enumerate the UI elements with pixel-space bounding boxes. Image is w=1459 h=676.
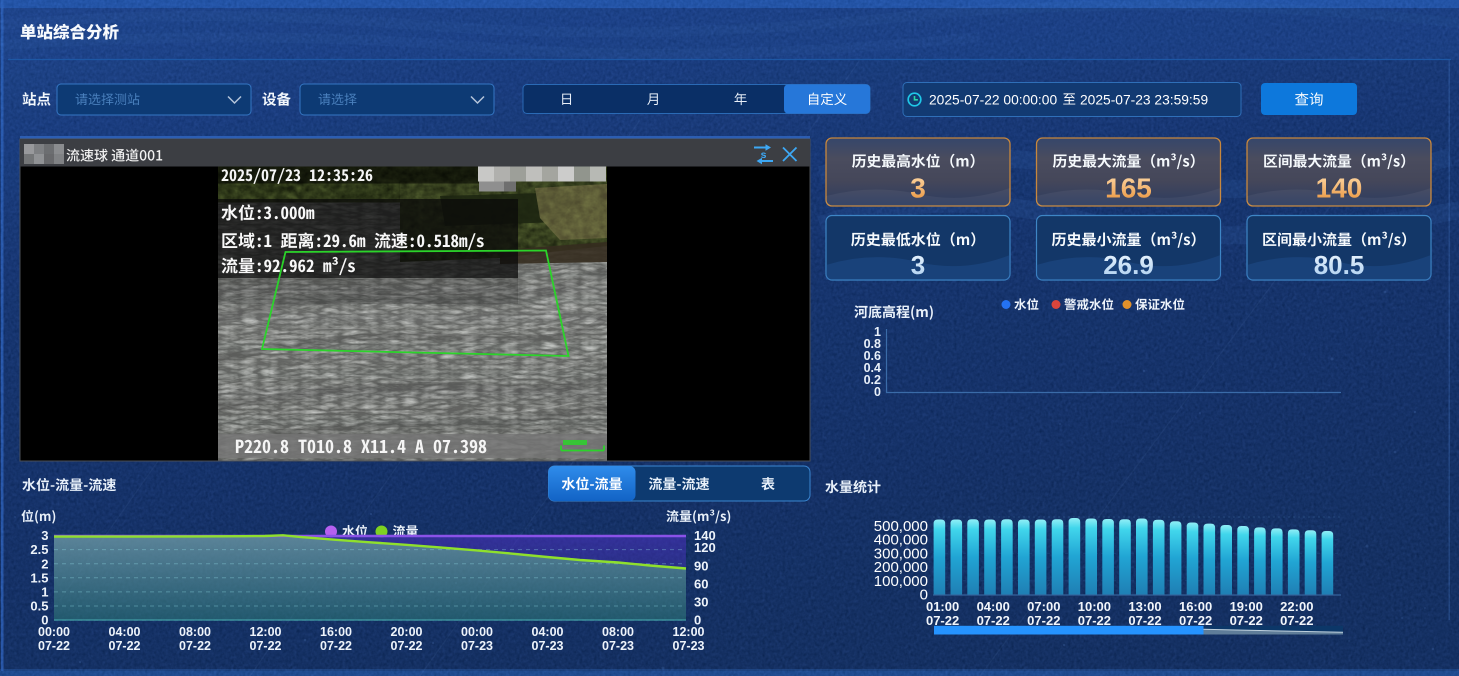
svg-text:0.5: 0.5 bbox=[30, 599, 48, 614]
svg-text:26.9: 26.9 bbox=[1103, 250, 1154, 280]
svg-text:60: 60 bbox=[694, 576, 708, 591]
svg-text:2025-07-23 23:59:59: 2025-07-23 23:59:59 bbox=[1080, 92, 1208, 107]
svg-text:22:00: 22:00 bbox=[1280, 599, 1313, 614]
svg-text:120: 120 bbox=[694, 540, 716, 555]
svg-text:07-22: 07-22 bbox=[1280, 613, 1313, 628]
svg-text:16:00: 16:00 bbox=[320, 625, 352, 639]
svg-text:08:00: 08:00 bbox=[602, 625, 634, 639]
svg-text:12:00: 12:00 bbox=[250, 625, 282, 639]
svg-text:2.5: 2.5 bbox=[30, 542, 48, 557]
svg-text:140: 140 bbox=[1316, 173, 1363, 204]
svg-text:90: 90 bbox=[694, 558, 708, 573]
svg-text:04:00: 04:00 bbox=[109, 625, 141, 639]
svg-text:10:00: 10:00 bbox=[1078, 599, 1111, 614]
svg-text:07-22: 07-22 bbox=[250, 639, 282, 653]
svg-text:00:00: 00:00 bbox=[461, 625, 493, 639]
svg-text:16:00: 16:00 bbox=[1179, 599, 1212, 614]
svg-text:165: 165 bbox=[1105, 173, 1152, 204]
svg-text:00:00: 00:00 bbox=[38, 625, 70, 639]
svg-text:07-22: 07-22 bbox=[926, 613, 959, 628]
svg-text:01:00: 01:00 bbox=[926, 599, 959, 614]
svg-text:07-22: 07-22 bbox=[391, 639, 423, 653]
svg-text:04:00: 04:00 bbox=[532, 625, 564, 639]
svg-text:07-22: 07-22 bbox=[1128, 613, 1161, 628]
svg-text:07-22: 07-22 bbox=[1078, 613, 1111, 628]
svg-text:13:00: 13:00 bbox=[1128, 599, 1161, 614]
svg-text:04:00: 04:00 bbox=[977, 599, 1010, 614]
svg-text:07-23: 07-23 bbox=[461, 639, 493, 653]
svg-text:07:00: 07:00 bbox=[1027, 599, 1060, 614]
svg-text:07-22: 07-22 bbox=[320, 639, 352, 653]
svg-text:12:00: 12:00 bbox=[673, 625, 705, 639]
svg-text:3: 3 bbox=[910, 173, 926, 204]
svg-text:80.5: 80.5 bbox=[1314, 250, 1365, 280]
svg-text:07-23: 07-23 bbox=[532, 639, 564, 653]
svg-text:3: 3 bbox=[41, 528, 48, 543]
svg-text:1.5: 1.5 bbox=[30, 570, 48, 585]
svg-text:19:00: 19:00 bbox=[1230, 599, 1263, 614]
svg-text:2: 2 bbox=[41, 556, 48, 571]
svg-text:07-23: 07-23 bbox=[602, 639, 634, 653]
svg-text:30: 30 bbox=[694, 595, 708, 610]
svg-text:07-22: 07-22 bbox=[109, 639, 141, 653]
svg-text:07-22: 07-22 bbox=[1230, 613, 1263, 628]
svg-text:0: 0 bbox=[874, 385, 881, 399]
svg-text:07-22: 07-22 bbox=[1027, 613, 1060, 628]
svg-text:07-22: 07-22 bbox=[977, 613, 1010, 628]
svg-text:07-23: 07-23 bbox=[673, 639, 705, 653]
svg-text:08:00: 08:00 bbox=[179, 625, 211, 639]
svg-text:07-22: 07-22 bbox=[1179, 613, 1212, 628]
svg-text:s: s bbox=[761, 149, 767, 161]
svg-text:2025-07-22 00:00:00: 2025-07-22 00:00:00 bbox=[929, 92, 1057, 107]
svg-text:1: 1 bbox=[41, 585, 48, 600]
svg-text:20:00: 20:00 bbox=[391, 625, 423, 639]
svg-text:3: 3 bbox=[911, 250, 925, 280]
svg-text:07-22: 07-22 bbox=[38, 639, 70, 653]
svg-text:07-22: 07-22 bbox=[179, 639, 211, 653]
